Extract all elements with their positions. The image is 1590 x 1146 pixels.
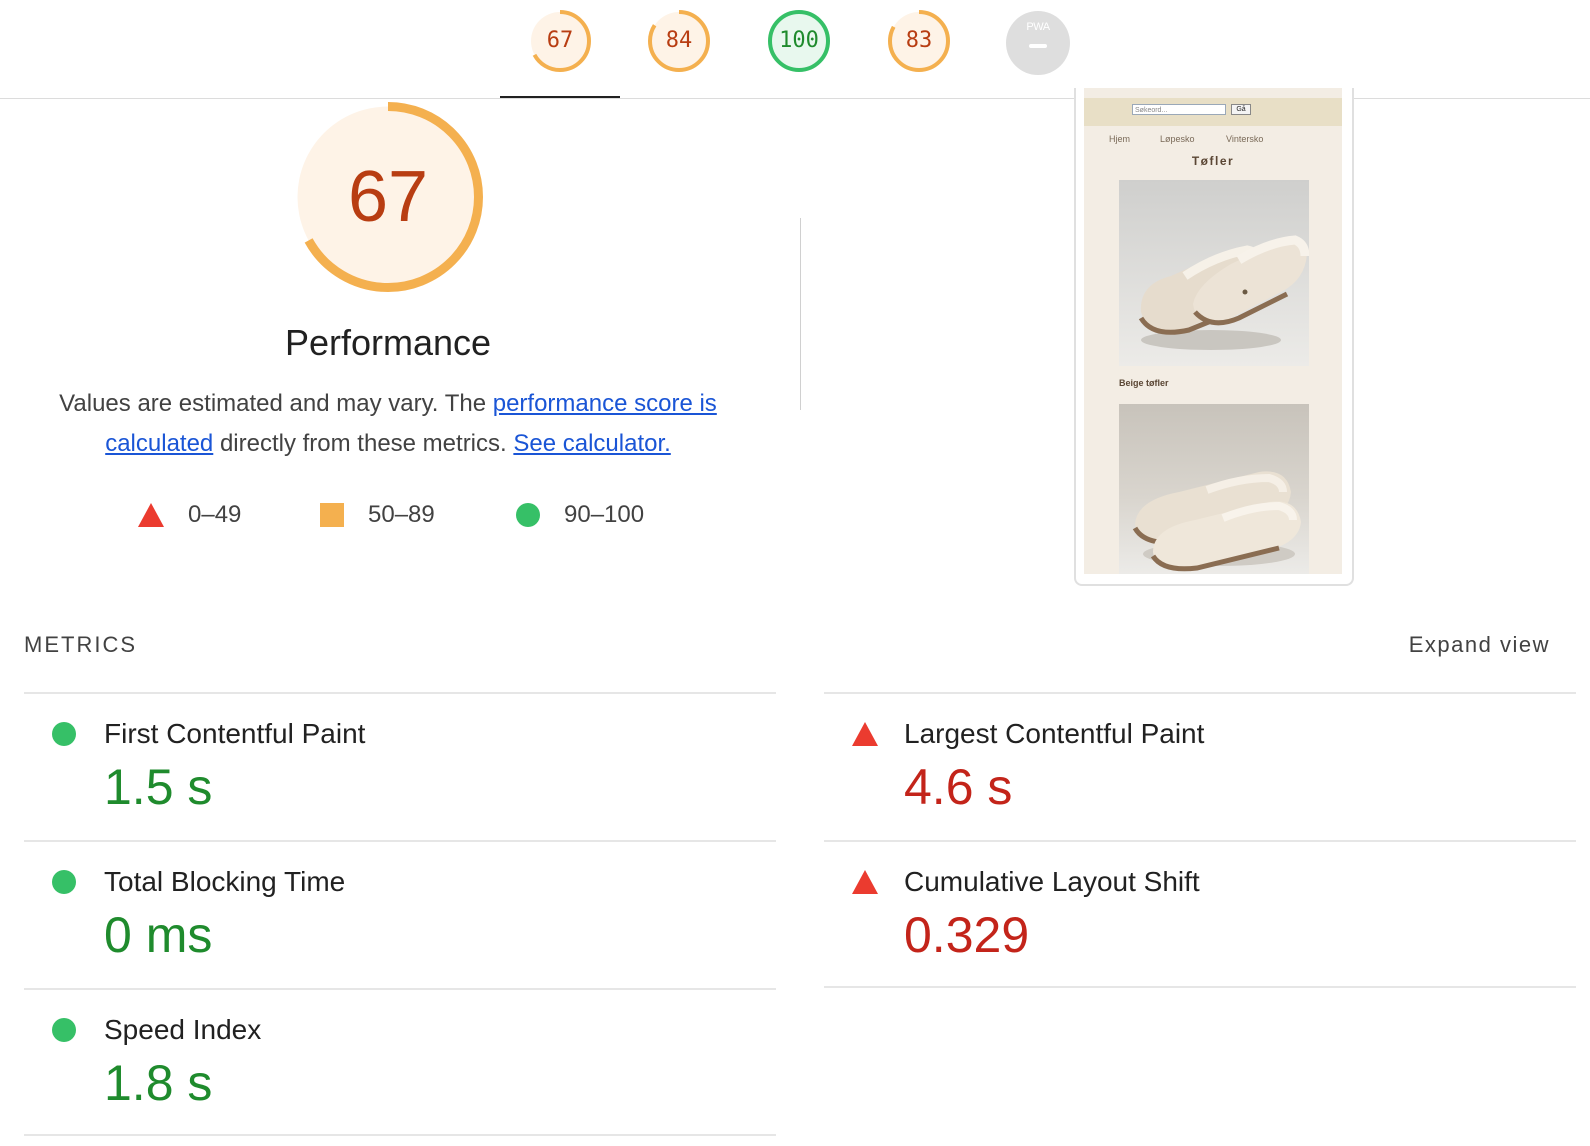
- performance-description: Values are estimated and may vary. The p…: [50, 384, 726, 464]
- metric-label: Cumulative Layout Shift: [904, 866, 1200, 897]
- legend-item-good: 90–100: [516, 500, 644, 530]
- performance-score: 67: [347, 157, 429, 237]
- pwa-label: PWA: [1026, 21, 1050, 33]
- active-tab-indicator: [500, 96, 620, 98]
- screenshot-header: Søkeord... Gå: [1084, 98, 1342, 126]
- score-value: 83: [905, 28, 933, 53]
- metric-largest-contentful-paint: Largest Contentful Paint 4.6 s: [824, 694, 1524, 840]
- metric-first-contentful-paint: First Contentful Paint 1.5 s: [24, 694, 724, 840]
- square-icon: [320, 503, 344, 527]
- metric-label: First Contentful Paint: [104, 718, 366, 749]
- score-tab-seo[interactable]: 83: [887, 9, 951, 73]
- performance-title: Performance: [284, 322, 492, 363]
- description-text: directly from these metrics.: [213, 430, 514, 457]
- triangle-icon: [138, 503, 164, 527]
- legend-item-poor: 0–49: [138, 500, 241, 530]
- screenshot-search-input: Søkeord...: [1132, 104, 1226, 115]
- metric-cumulative-layout-shift: Cumulative Layout Shift 0.329: [824, 842, 1524, 988]
- metric-label: Total Blocking Time: [104, 866, 346, 897]
- dash-icon: [1029, 44, 1047, 48]
- circle-icon: [52, 722, 76, 746]
- score-value: 100: [779, 28, 819, 53]
- score-tab-bar: 67 84 100 83 PWA: [0, 0, 1590, 99]
- legend-item-average: 50–89: [320, 500, 435, 530]
- performance-gauge: 67: [292, 101, 484, 293]
- triangle-icon: [852, 870, 878, 894]
- metric-value: 4.6 s: [904, 759, 1013, 815]
- final-screenshot[interactable]: Søkeord... Gå Hjem Løpesko Vintersko Tøf…: [1074, 88, 1354, 586]
- screenshot-search-button: Gå: [1231, 104, 1251, 115]
- score-tab-performance[interactable]: 67: [528, 9, 592, 73]
- divider: [24, 1134, 776, 1136]
- circle-icon: [516, 503, 540, 527]
- legend-range: 90–100: [564, 501, 645, 528]
- screenshot-nav-item: Løpesko: [1160, 134, 1195, 144]
- divider: [800, 218, 801, 410]
- see-calculator-link[interactable]: See calculator.: [513, 430, 670, 457]
- metric-label: Largest Contentful Paint: [904, 718, 1205, 749]
- legend-range: 0–49: [188, 501, 242, 528]
- triangle-icon: [852, 722, 878, 746]
- screenshot-product-caption: Beige tøfler: [1119, 378, 1169, 388]
- score-tab-best-practices[interactable]: 100: [767, 9, 831, 73]
- metric-total-blocking-time: Total Blocking Time 0 ms: [24, 842, 724, 988]
- legend-range: 50–89: [368, 501, 435, 528]
- slipper-image: [1119, 180, 1309, 366]
- score-value: 67: [546, 28, 574, 53]
- screenshot-nav-item: Hjem: [1109, 134, 1131, 144]
- slipper-image: [1119, 404, 1309, 574]
- circle-icon: [52, 1018, 76, 1042]
- metric-label: Speed Index: [104, 1014, 262, 1045]
- expand-view-toggle[interactable]: Expand view: [1409, 632, 1550, 658]
- divider: [824, 986, 1576, 988]
- score-tab-pwa[interactable]: PWA: [1006, 11, 1070, 75]
- metric-value: 1.8 s: [104, 1055, 213, 1111]
- metric-value: 0 ms: [104, 907, 213, 963]
- metric-value: 1.5 s: [104, 759, 213, 815]
- screenshot-page: Søkeord... Gå Hjem Løpesko Vintersko Tøf…: [1084, 88, 1342, 574]
- circle-icon: [52, 870, 76, 894]
- score-value: 84: [665, 28, 693, 53]
- screenshot-nav-item: Vintersko: [1226, 134, 1264, 144]
- score-tab-accessibility[interactable]: 84: [647, 9, 711, 73]
- screenshot-page-title: Tøfler: [1191, 154, 1235, 168]
- description-text: Values are estimated and may vary. The: [59, 390, 493, 417]
- metric-speed-index: Speed Index 1.8 s: [24, 990, 724, 1136]
- metrics-heading: METRICS: [24, 632, 137, 657]
- metric-value: 0.329: [904, 907, 1030, 963]
